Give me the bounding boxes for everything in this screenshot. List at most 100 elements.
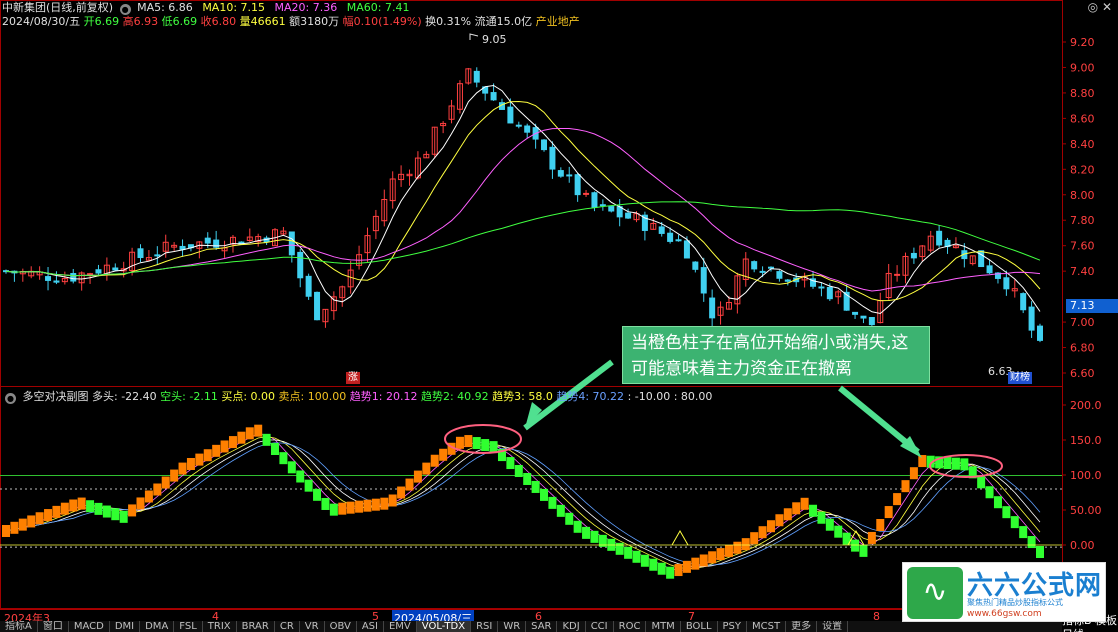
candle-body [709, 297, 716, 319]
osc-block [817, 511, 826, 524]
tab-22[interactable]: PSY [718, 621, 748, 632]
kline-chart[interactable]: 9.20 9.00 8.80 8.60 8.40 8.20 8.00 7.80 7.60 7.40… [0, 0, 1118, 632]
float-label: 流通15.0亿 [474, 15, 533, 28]
eye-icon[interactable]: ● [5, 393, 16, 404]
tab-21[interactable]: BOLL [681, 621, 718, 632]
rank-tag[interactable]: 财榜 [1008, 372, 1032, 384]
osc-block [632, 550, 641, 563]
candle-body [1028, 306, 1035, 331]
tab-8[interactable]: CR [275, 621, 300, 632]
osc-block [624, 546, 633, 559]
osc-block [666, 566, 675, 579]
osc-block [153, 483, 162, 496]
candle-body [675, 239, 682, 242]
price-axis-label-7: 7.80 [1070, 214, 1095, 227]
osc-block [69, 499, 78, 512]
trend-line-1 [5, 433, 1041, 571]
candle-body [45, 276, 52, 281]
tab-13[interactable]: VOL-TDX [416, 621, 472, 632]
tab-1[interactable]: 窗口 [38, 621, 69, 632]
osc-block [195, 453, 204, 466]
turnover-label: 换0.31% [425, 15, 472, 28]
osc-block [304, 479, 313, 492]
tab-15[interactable]: WR [498, 621, 527, 632]
osc-block [514, 465, 523, 478]
osc-block [186, 457, 195, 470]
header-row-2: 2024/08/30/五 开6.69 高6.93 低6.69 收6.80 量46… [2, 14, 580, 30]
window-controls[interactable]: ◎ ✕ [1088, 0, 1112, 14]
trend3-value: 趋势3: 58.0 [492, 390, 553, 403]
tab-16[interactable]: SAR [526, 621, 558, 632]
zhang-tag[interactable]: 涨 [346, 372, 360, 384]
osc-block [876, 518, 885, 531]
tab-0[interactable]: 指标A [0, 621, 38, 632]
subchart-name[interactable]: 多空对决副图 [23, 390, 89, 403]
candle-body [776, 271, 783, 279]
tab-3[interactable]: DMI [110, 621, 141, 632]
osc-block [136, 497, 145, 510]
tab-4[interactable]: DMA [140, 621, 175, 632]
price-axis-label-8: 7.60 [1070, 240, 1095, 253]
candle-body [549, 146, 556, 170]
tab-2[interactable]: MACD [69, 621, 110, 632]
price-axis-label-9: 7.40 [1070, 265, 1095, 278]
candle-body [179, 245, 186, 250]
tab-20[interactable]: MTM [646, 621, 681, 632]
osc-block [699, 554, 708, 567]
osc-block [901, 480, 910, 493]
stock-name[interactable]: 中新集团(日线,前复权) [2, 1, 113, 14]
sector-label[interactable]: 产业地产 [536, 15, 580, 28]
candle-body [860, 315, 867, 319]
candle-body [204, 237, 211, 244]
open-label: 开6.69 [83, 15, 120, 28]
trend-line-3 [5, 439, 1041, 568]
tab-10[interactable]: OBV [325, 621, 357, 632]
osc-block [943, 457, 952, 470]
tab-14[interactable]: RSI [471, 621, 499, 632]
tab-18[interactable]: CCI [586, 621, 614, 632]
ma5-line [5, 84, 1041, 315]
osc-block [2, 525, 10, 537]
ma60-line [5, 201, 1041, 277]
tab-19[interactable]: ROC [614, 621, 647, 632]
tab-6[interactable]: TRIX [203, 621, 237, 632]
tab-23[interactable]: MCST [747, 621, 787, 632]
candle-body [625, 212, 632, 219]
osc-block [783, 508, 792, 521]
candle-body [910, 252, 917, 259]
tab-24[interactable]: 更多 [786, 621, 818, 632]
sub-axis-label-3: 50.00 [1070, 504, 1102, 517]
candle-body [894, 273, 901, 276]
trend2-value: 趋势2: 40.92 [420, 390, 489, 403]
osc-block [102, 505, 111, 518]
candle-body [759, 270, 766, 273]
close-icon[interactable]: ✕ [1102, 0, 1112, 14]
osc-block [531, 480, 540, 493]
tab-12[interactable]: EMV [384, 621, 417, 632]
price-axis-label-1: 9.00 [1070, 61, 1095, 74]
prev-icon[interactable]: ◎ [1088, 0, 1098, 14]
signal-spike-0 [671, 529, 689, 546]
indicator-tabbar[interactable]: 指标A 窗口 MACD DMI DMA FSL TRIX BRAR CR VR OBV ASI EMV V… [0, 621, 1062, 632]
osc-block [161, 476, 170, 489]
tab-25[interactable]: 设置 [817, 621, 849, 632]
tab-17[interactable]: KDJ [557, 621, 586, 632]
osc-block [649, 558, 658, 571]
osc-block [254, 424, 263, 437]
osc-block [1010, 516, 1019, 529]
trend1-value: 趋势1: 20.12 [349, 390, 418, 403]
price-axis-label-6: 8.00 [1070, 189, 1095, 202]
osc-block [893, 493, 902, 506]
tab-9[interactable]: VR [300, 621, 325, 632]
candle-body [599, 204, 606, 207]
sub-axis-label-1: 150.0 [1070, 434, 1102, 447]
osc-block [657, 562, 666, 575]
osc-block [867, 531, 876, 544]
tab-5[interactable]: FSL [174, 621, 203, 632]
candle-body [95, 269, 102, 274]
candle-body [826, 286, 833, 300]
candle-body [524, 125, 531, 133]
tab-7[interactable]: BRAR [237, 621, 275, 632]
tab-11[interactable]: ASI [357, 621, 384, 632]
osc-block [413, 470, 422, 483]
